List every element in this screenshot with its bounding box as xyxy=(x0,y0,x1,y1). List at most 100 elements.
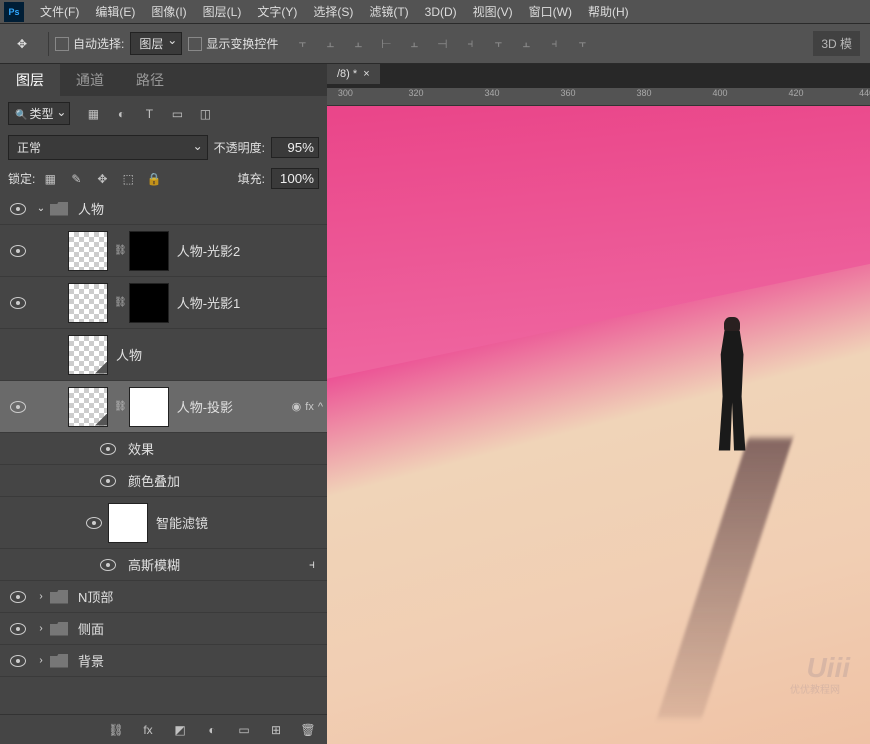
layer-thumbnail[interactable] xyxy=(68,231,108,271)
canvas[interactable]: Uiii 优优教程网 xyxy=(327,106,870,744)
filter-options-icon[interactable]: ⫞ xyxy=(309,557,315,572)
visibility-icon[interactable] xyxy=(10,623,26,635)
distribute-h2-icon[interactable]: ⫞ xyxy=(542,32,566,56)
menu-edit[interactable]: 编辑(E) xyxy=(87,3,143,20)
link-layers-icon[interactable]: ⛓ xyxy=(107,721,125,739)
align-top-icon[interactable]: ⫟ xyxy=(290,32,314,56)
menu-file[interactable]: 文件(F) xyxy=(32,3,87,20)
lock-all-icon[interactable]: 🔒 xyxy=(145,170,163,188)
visibility-icon[interactable] xyxy=(10,401,26,413)
visibility-icon[interactable] xyxy=(100,475,116,487)
chevron-right-icon[interactable]: › xyxy=(32,655,50,666)
tab-layers[interactable]: 图层 xyxy=(0,64,60,96)
opacity-input[interactable] xyxy=(271,137,319,158)
chevron-down-icon[interactable]: ⌄ xyxy=(32,203,50,214)
layer-name[interactable]: N顶部 xyxy=(74,587,323,606)
auto-select-checkbox[interactable] xyxy=(55,37,69,51)
align-bottom-icon[interactable]: ⫠ xyxy=(346,32,370,56)
filter-gaussian-blur[interactable]: 高斯模糊 ⫞ xyxy=(0,549,327,581)
layer-group-side[interactable]: › 侧面 xyxy=(0,613,327,645)
effects-row[interactable]: 效果 xyxy=(0,433,327,465)
layer-name[interactable]: 人物 xyxy=(74,199,323,218)
filter-type-dropdown[interactable]: 类型 xyxy=(8,102,70,125)
distribute-v-icon[interactable]: ⫟ xyxy=(486,32,510,56)
chevron-right-icon[interactable]: › xyxy=(32,591,50,602)
menu-image[interactable]: 图像(I) xyxy=(143,3,194,20)
layer-name[interactable]: 人物 xyxy=(112,345,323,364)
layer-name[interactable]: 侧面 xyxy=(74,619,323,638)
document-tab[interactable]: /8) * × xyxy=(327,64,380,84)
filter-mask-thumbnail[interactable] xyxy=(108,503,148,543)
filter-smartobject-icon[interactable]: ◫ xyxy=(196,105,214,123)
menu-view[interactable]: 视图(V) xyxy=(465,3,521,20)
layer-person[interactable]: 人物 xyxy=(0,329,327,381)
tab-channels[interactable]: 通道 xyxy=(60,64,120,96)
visibility-icon[interactable] xyxy=(100,559,116,571)
menu-help[interactable]: 帮助(H) xyxy=(580,3,637,20)
menu-window[interactable]: 窗口(W) xyxy=(521,3,580,20)
link-icon[interactable]: ⛓ xyxy=(114,401,127,412)
layer-name[interactable]: 人物-光影1 xyxy=(173,293,323,312)
tab-paths[interactable]: 路径 xyxy=(120,64,180,96)
distribute-v2-icon[interactable]: ⫟ xyxy=(570,32,594,56)
show-transform-checkbox[interactable] xyxy=(188,37,202,51)
distribute-spacing-icon[interactable]: ⫠ xyxy=(514,32,538,56)
visibility-icon[interactable] xyxy=(100,443,116,455)
move-tool-icon[interactable]: ✥ xyxy=(10,32,34,56)
visibility-icon[interactable] xyxy=(86,517,102,529)
layer-mask-icon[interactable]: ◩ xyxy=(171,721,189,739)
menu-type[interactable]: 文字(Y) xyxy=(249,3,305,20)
align-left-icon[interactable]: ⊢ xyxy=(374,32,398,56)
layer-thumbnail[interactable] xyxy=(68,387,108,427)
link-icon[interactable]: ⛓ xyxy=(114,297,127,308)
align-vcenter-icon[interactable]: ⫠ xyxy=(318,32,342,56)
layer-group-bg[interactable]: › 背景 xyxy=(0,645,327,677)
visibility-icon[interactable] xyxy=(10,591,26,603)
filter-adjustment-icon[interactable]: ◐ xyxy=(112,105,130,123)
layer-thumbnail[interactable] xyxy=(68,283,108,323)
fx-badge[interactable]: fx xyxy=(305,401,314,413)
menu-3d[interactable]: 3D(D) xyxy=(417,5,465,19)
align-right-icon[interactable]: ⊣ xyxy=(430,32,454,56)
threed-mode-button[interactable]: 3D 模 xyxy=(813,31,860,56)
align-hcenter-icon[interactable]: ⫠ xyxy=(402,32,426,56)
visibility-icon[interactable] xyxy=(10,245,26,257)
adjustment-layer-icon[interactable]: ◐ xyxy=(203,721,221,739)
ruler-horizontal[interactable]: 300 320 340 360 380 400 420 440 xyxy=(327,88,870,106)
auto-select-target-dropdown[interactable]: 图层 xyxy=(130,32,182,55)
layer-light1[interactable]: ⛓ 人物-光影1 xyxy=(0,277,327,329)
filter-type-icon[interactable]: T xyxy=(140,105,158,123)
blend-mode-dropdown[interactable]: 正常 xyxy=(8,135,208,160)
smart-filters-row[interactable]: 智能滤镜 xyxy=(0,497,327,549)
layer-name[interactable]: 背景 xyxy=(74,651,323,670)
layer-group-ntop[interactable]: › N顶部 xyxy=(0,581,327,613)
menu-filter[interactable]: 滤镜(T) xyxy=(361,3,416,20)
visibility-icon[interactable] xyxy=(10,655,26,667)
visibility-icon[interactable] xyxy=(10,297,26,309)
layer-style-icon[interactable]: fx xyxy=(139,721,157,739)
lock-position-icon[interactable]: ✥ xyxy=(93,170,111,188)
menu-layer[interactable]: 图层(L) xyxy=(195,3,250,20)
new-layer-icon[interactable]: ⊞ xyxy=(267,721,285,739)
layer-group-person[interactable]: ⌄ 人物 xyxy=(0,193,327,225)
distribute-h-icon[interactable]: ⫞ xyxy=(458,32,482,56)
chevron-right-icon[interactable]: › xyxy=(32,623,50,634)
layer-shadow[interactable]: ⛓ 人物-投影 ◉ fx ^ xyxy=(0,381,327,433)
lock-artboard-icon[interactable]: ⬚ xyxy=(119,170,137,188)
layer-name[interactable]: 人物-光影2 xyxy=(173,241,323,260)
chevron-up-icon[interactable]: ^ xyxy=(318,401,323,413)
mask-thumbnail[interactable] xyxy=(129,387,169,427)
new-group-icon[interactable]: ▭ xyxy=(235,721,253,739)
link-icon[interactable]: ⛓ xyxy=(114,245,127,256)
menu-select[interactable]: 选择(S) xyxy=(305,3,361,20)
filter-pixel-icon[interactable]: ▦ xyxy=(84,105,102,123)
close-icon[interactable]: × xyxy=(363,68,369,80)
mask-thumbnail[interactable] xyxy=(129,283,169,323)
fill-input[interactable] xyxy=(271,168,319,189)
filter-shape-icon[interactable]: ▭ xyxy=(168,105,186,123)
lock-pixels-icon[interactable]: ✎ xyxy=(67,170,85,188)
effect-color-overlay[interactable]: 颜色叠加 xyxy=(0,465,327,497)
delete-layer-icon[interactable]: 🗑 xyxy=(299,721,317,739)
blend-options-icon[interactable]: ◉ xyxy=(292,400,302,413)
lock-transparency-icon[interactable]: ▦ xyxy=(41,170,59,188)
